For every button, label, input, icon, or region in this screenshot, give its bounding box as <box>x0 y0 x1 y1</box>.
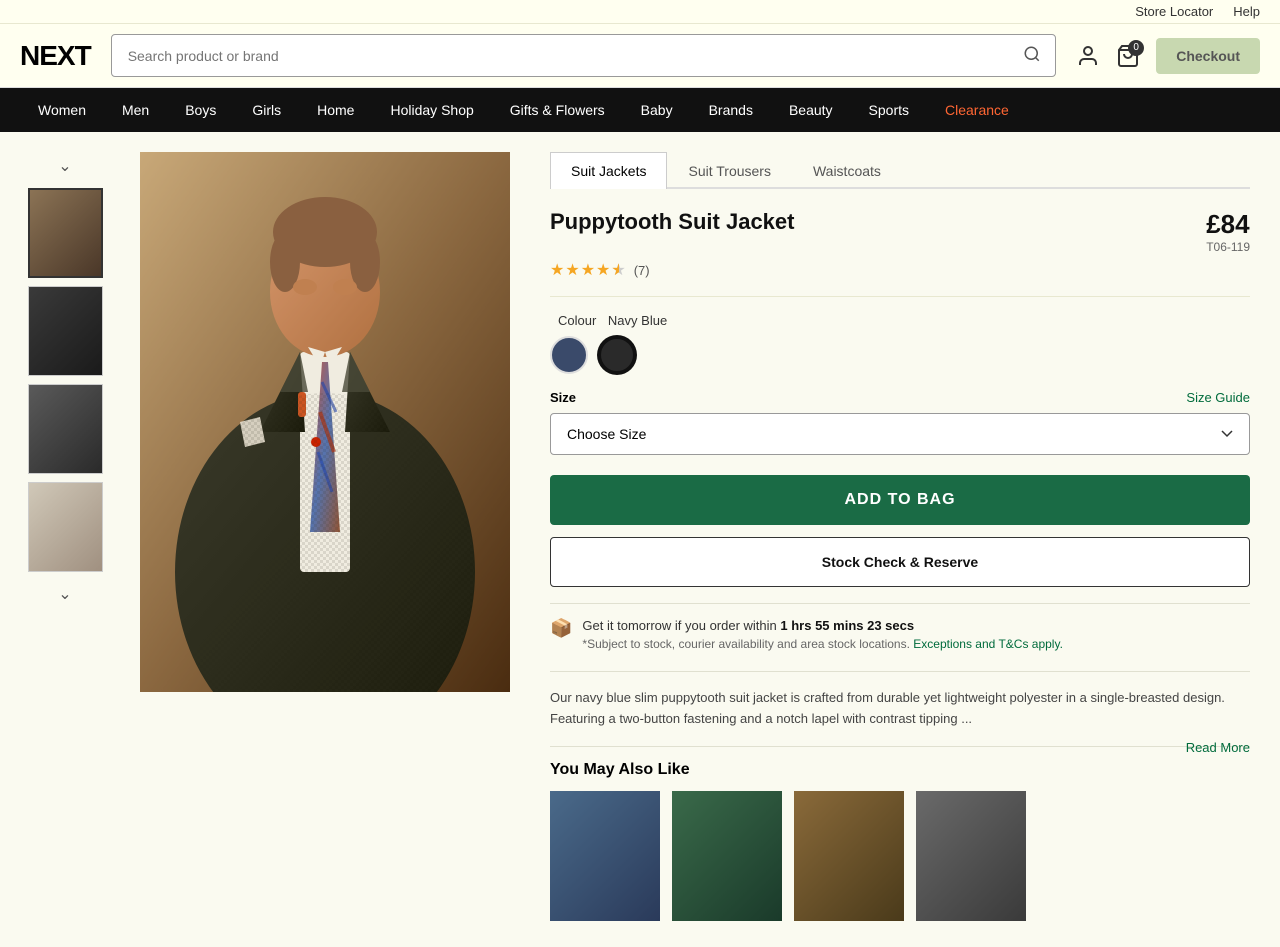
recommendations-list <box>550 791 1250 927</box>
search-button[interactable] <box>1009 35 1055 76</box>
colour-label: Colour Navy Blue <box>550 313 1250 328</box>
review-count[interactable]: (7) <box>634 263 650 278</box>
nav-item-girls[interactable]: Girls <box>234 88 299 132</box>
nav-item-beauty[interactable]: Beauty <box>771 88 851 132</box>
product-title-row: Puppytooth Suit Jacket £84 T06-119 <box>550 209 1250 254</box>
size-select[interactable]: Choose Size 36S 36R 38R 40R 42R 44R <box>550 413 1250 455</box>
nav-item-brands[interactable]: Brands <box>691 88 771 132</box>
delivery-prefix: Get it tomorrow if you order within <box>582 618 780 633</box>
tc-link[interactable]: Exceptions and T&Cs apply. <box>913 637 1063 651</box>
nav-item-home[interactable]: Home <box>299 88 372 132</box>
nav-item-sports[interactable]: Sports <box>851 88 927 132</box>
search-icon <box>1023 45 1041 63</box>
main-product-image <box>140 152 510 692</box>
delivery-countdown: 1 hrs 55 mins 23 secs <box>780 618 914 633</box>
rec-image-2 <box>672 791 782 921</box>
product-details-panel: Suit Jackets Suit Trousers Waistcoats Pu… <box>540 152 1260 927</box>
star-1: ★ <box>550 260 564 280</box>
nav-item-gifts[interactable]: Gifts & Flowers <box>492 88 623 132</box>
tab-waistcoats[interactable]: Waistcoats <box>792 152 902 189</box>
nav-item-clearance[interactable]: Clearance <box>927 88 1027 132</box>
colour-swatches <box>550 336 1250 374</box>
recommendation-3[interactable] <box>794 791 904 927</box>
cart-badge: 0 <box>1128 40 1144 56</box>
recommendation-1[interactable] <box>550 791 660 927</box>
you-may-also-like-section: You May Also Like <box>550 746 1250 927</box>
tab-suit-jackets[interactable]: Suit Jackets <box>550 152 667 189</box>
nav-item-men[interactable]: Men <box>104 88 167 132</box>
product-code: T06-119 <box>1206 240 1250 254</box>
star-2: ★ <box>565 260 579 280</box>
search-input[interactable] <box>112 36 1010 76</box>
rec-image-3 <box>794 791 904 921</box>
size-label: Size <box>550 390 576 405</box>
logo[interactable]: NEXT <box>20 40 91 72</box>
recommendation-4[interactable] <box>916 791 1026 927</box>
delivery-icon: 📦 <box>550 618 572 639</box>
recommendation-2[interactable] <box>672 791 782 927</box>
colour-swatch-navy[interactable] <box>550 336 588 374</box>
add-to-bag-button[interactable]: ADD TO BAG <box>550 475 1250 525</box>
delivery-row: 📦 Get it tomorrow if you order within 1 … <box>550 618 1250 651</box>
section-title: You May Also Like <box>550 761 1250 779</box>
checkout-button[interactable]: Checkout <box>1156 38 1260 74</box>
product-description: Our navy blue slim puppytooth suit jacke… <box>550 688 1250 730</box>
account-button[interactable] <box>1076 44 1100 68</box>
search-bar-container <box>111 34 1057 77</box>
delivery-sub-text: *Subject to stock, courier availability … <box>582 637 1062 651</box>
thumbnail-2[interactable] <box>28 286 103 376</box>
nav-item-baby[interactable]: Baby <box>623 88 691 132</box>
thumbnail-4[interactable] <box>28 482 103 572</box>
star-3: ★ <box>581 260 595 280</box>
product-price: £84 <box>1206 209 1250 240</box>
delivery-text-block: Get it tomorrow if you order within 1 hr… <box>582 618 1062 651</box>
colour-section: Colour Navy Blue <box>550 313 1250 374</box>
utility-bar: Store Locator Help <box>0 0 1280 24</box>
product-tabs: Suit Jackets Suit Trousers Waistcoats <box>550 152 1250 189</box>
nav-item-boys[interactable]: Boys <box>167 88 234 132</box>
tab-suit-trousers[interactable]: Suit Trousers <box>667 152 791 189</box>
rec-image-4 <box>916 791 1026 921</box>
colour-swatch-dark[interactable] <box>598 336 636 374</box>
size-section: Size Size Guide Choose Size 36S 36R 38R … <box>550 390 1250 455</box>
cart-button[interactable]: 0 <box>1116 44 1140 68</box>
store-locator-link[interactable]: Store Locator <box>1135 4 1213 19</box>
price-section: £84 T06-119 <box>1206 209 1250 254</box>
product-image-svg <box>140 152 510 692</box>
rec-image-1 <box>550 791 660 921</box>
thumb-prev-button[interactable]: ⌄ <box>54 152 75 180</box>
thumb-next-button[interactable]: ⌄ <box>54 580 75 608</box>
stock-reserve-button[interactable]: Stock Check & Reserve <box>550 537 1250 587</box>
size-guide-link[interactable]: Size Guide <box>1186 390 1250 405</box>
main-nav: Women Men Boys Girls Home Holiday Shop G… <box>0 88 1280 132</box>
nav-item-holiday[interactable]: Holiday Shop <box>372 88 491 132</box>
selected-colour: Navy Blue <box>608 313 667 328</box>
rating-row: ★ ★ ★ ★ ★★ (7) <box>550 260 1250 297</box>
user-icon <box>1076 44 1100 68</box>
star-4: ★ <box>596 260 610 280</box>
header-icons: 0 Checkout <box>1076 38 1260 74</box>
star-rating[interactable]: ★ ★ ★ ★ ★★ <box>550 260 626 280</box>
header: NEXT 0 Checkout <box>0 24 1280 88</box>
help-link[interactable]: Help <box>1233 4 1260 19</box>
nav-item-women[interactable]: Women <box>20 88 104 132</box>
star-half: ★★ <box>611 260 625 280</box>
main-content: ⌄ ⌄ <box>0 132 1280 947</box>
thumbnail-column: ⌄ ⌄ <box>20 152 110 927</box>
read-more-link[interactable]: Read More <box>1186 740 1250 755</box>
thumbnail-3[interactable] <box>28 384 103 474</box>
delivery-message: Get it tomorrow if you order within 1 hr… <box>582 618 1062 633</box>
product-title: Puppytooth Suit Jacket <box>550 209 794 235</box>
delivery-info: 📦 Get it tomorrow if you order within 1 … <box>550 603 1250 672</box>
size-header: Size Size Guide <box>550 390 1250 405</box>
thumbnail-1[interactable] <box>28 188 103 278</box>
